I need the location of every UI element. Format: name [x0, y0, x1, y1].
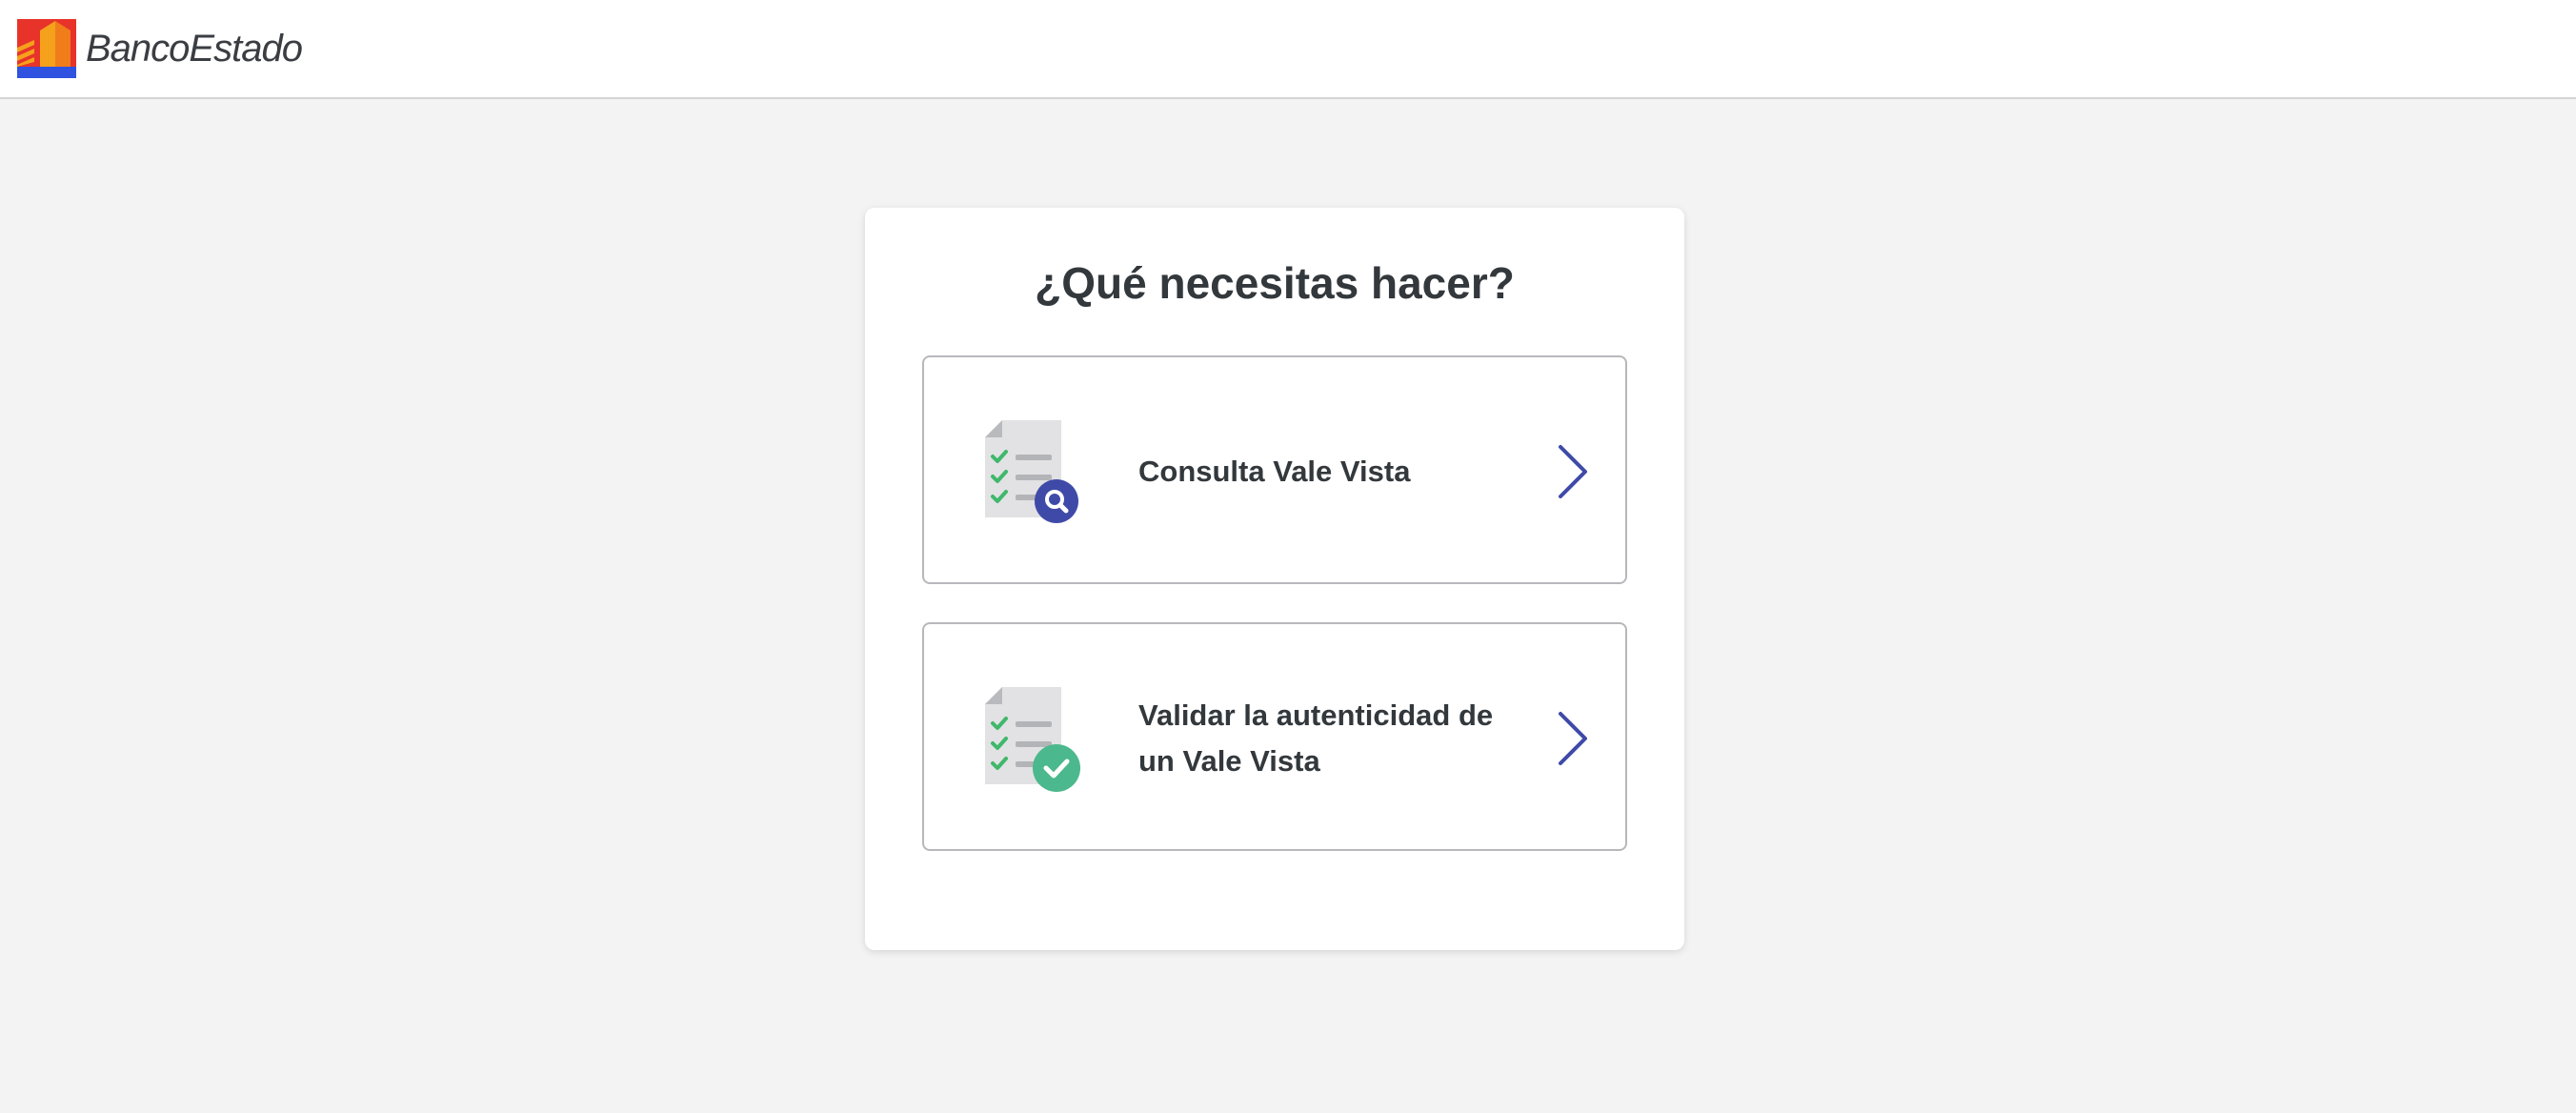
document-check-icon [985, 687, 1080, 792]
chevron-right-icon[interactable] [1553, 710, 1591, 767]
option-label: Consulta Vale Vista [1138, 455, 1411, 488]
bancoestado-logo[interactable]: BancoEstado [17, 19, 303, 78]
consulta-vale-vista-button[interactable]: Consulta Vale Vista [922, 355, 1627, 584]
logo-text: BancoEstado [86, 27, 303, 70]
validar-autenticidad-button[interactable]: Validar la autenticidad de un Vale Vista [922, 622, 1627, 851]
bancoestado-logo-icon [17, 19, 76, 78]
option-label: Validar la autenticidad de un Vale Vista [1138, 698, 1494, 778]
page-title: ¿Qué necesitas hacer? [1035, 258, 1515, 308]
top-bar: BancoEstado [0, 0, 2576, 99]
options-card: ¿Qué necesitas hacer? Consulta Vale Vist… [865, 208, 1684, 950]
document-search-icon [985, 420, 1078, 523]
chevron-right-icon[interactable] [1553, 443, 1591, 500]
